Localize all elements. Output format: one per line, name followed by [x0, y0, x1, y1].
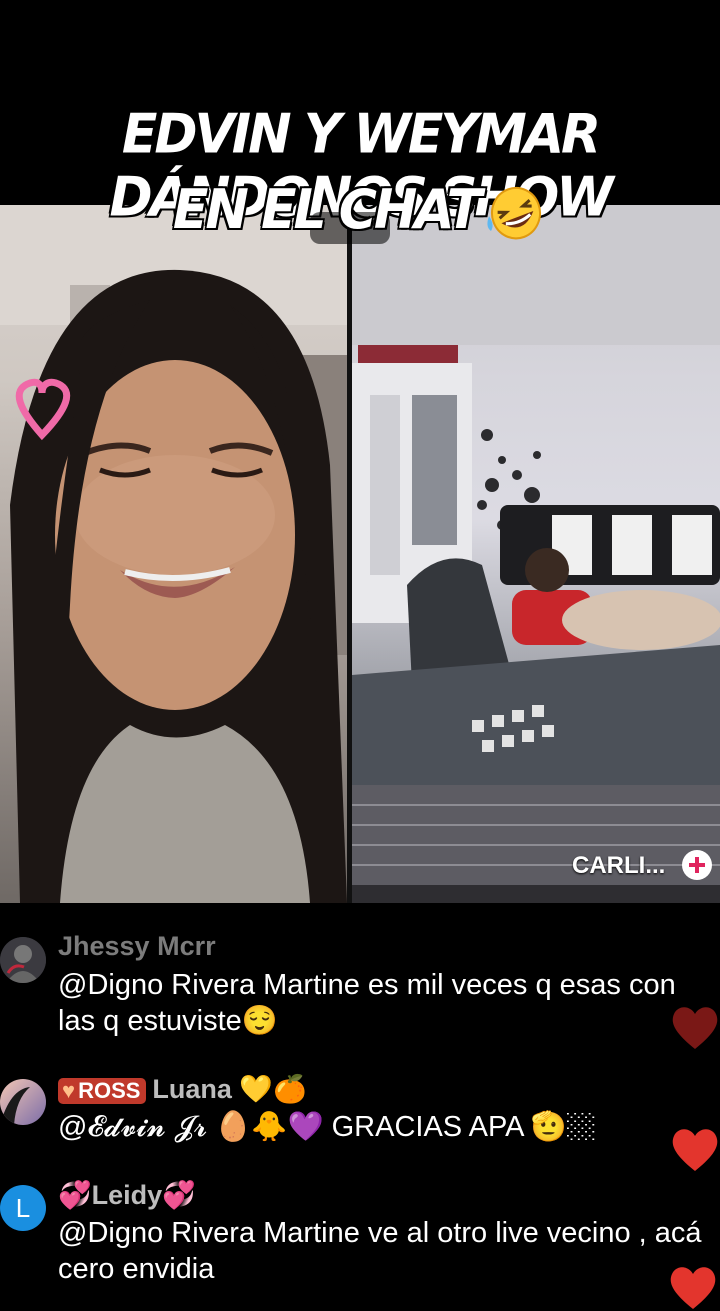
- guest-video-frame: [352, 205, 720, 903]
- floating-heart-icon: [672, 1129, 718, 1171]
- chat-username-row[interactable]: ♥ ROSS Luana 💛🍊: [58, 1073, 307, 1105]
- headline-line2-text: EN EL CHAT: [172, 178, 482, 242]
- guest-video[interactable]: [352, 205, 720, 903]
- guest-name: CARLI...: [572, 852, 666, 879]
- chat-username: Luana 💛🍊: [152, 1074, 307, 1104]
- live-chat: Jhessy Mcrr @Digno Rivera Martine es mil…: [0, 903, 720, 1309]
- floating-heart-icon: [672, 1007, 718, 1049]
- chat-text: @𝓔𝓭𝓿𝓲𝓷 𝓙𝓻 🥚🐥💜 GRACIAS APA 🫡🏼: [58, 1111, 597, 1143]
- avatar[interactable]: [0, 937, 46, 983]
- add-guest-icon[interactable]: [682, 850, 712, 880]
- avatar[interactable]: L: [0, 1185, 46, 1231]
- host-video: [0, 205, 347, 903]
- headline-line2: EN EL CHAT: [0, 179, 720, 242]
- host-video-frame: [0, 205, 347, 903]
- avatar-image: [0, 937, 46, 983]
- fan-badge: ♥ ROSS: [58, 1077, 147, 1104]
- chat-text: @Digno Rivera Martine es mil veces q esa…: [58, 969, 676, 1037]
- avatar[interactable]: [0, 1079, 46, 1125]
- chat-text: @Digno Rivera Martine ve al otro live ve…: [58, 1217, 702, 1285]
- floating-heart-icon: [670, 1267, 716, 1309]
- avatar-image: [0, 1087, 30, 1125]
- rofl-emoji-icon: [487, 186, 542, 240]
- fan-badge-label: ROSS: [78, 1077, 141, 1103]
- chat-username[interactable]: 💞Leidy💞: [58, 1179, 196, 1211]
- chat-username[interactable]: Jhessy Mcrr: [58, 931, 216, 962]
- guest-name-tag[interactable]: CARLI...: [558, 844, 718, 888]
